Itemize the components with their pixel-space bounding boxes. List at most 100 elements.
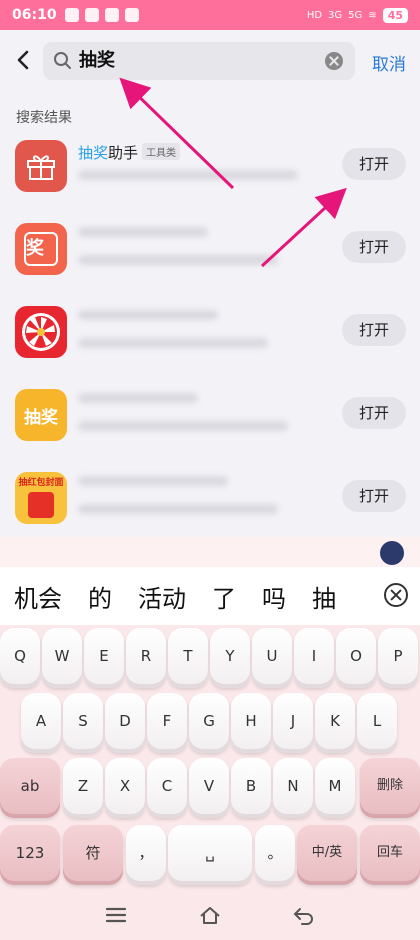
blurred-description	[78, 170, 298, 180]
key-h[interactable]: H	[231, 693, 271, 753]
key-r[interactable]: R	[126, 628, 166, 688]
blurred-title	[78, 227, 208, 237]
app-name: 抽奖助手 工具类	[78, 142, 181, 163]
blurred-title	[78, 393, 198, 403]
hongbao-envelope	[28, 492, 54, 518]
keyboard-toolbar	[0, 537, 420, 567]
keyboard: 机会 的 活动 了 吗 抽 Q W E R T Y U I O P A S D …	[0, 537, 420, 940]
candidate[interactable]: 的	[88, 579, 112, 614]
list-item[interactable]: 奖 打开	[0, 223, 420, 305]
enter-key[interactable]: 回车	[360, 825, 420, 885]
list-item[interactable]: 抽奖 打开	[0, 389, 420, 471]
home-icon[interactable]	[198, 904, 222, 926]
key-l[interactable]: L	[357, 693, 397, 753]
network-label: 3G	[328, 9, 343, 21]
wifi-icon: ≋	[368, 9, 377, 21]
app-name-highlight: 抽奖	[78, 144, 109, 162]
cancel-button[interactable]: 取消	[372, 50, 406, 75]
candidate-bar: 机会 的 活动 了 吗 抽	[0, 567, 420, 625]
key-f[interactable]: F	[147, 693, 187, 753]
open-button[interactable]: 打开	[342, 148, 406, 180]
blurred-description	[78, 338, 268, 348]
network-label: HD	[306, 9, 323, 21]
menu-icon[interactable]	[104, 904, 128, 926]
notification-icon	[64, 8, 79, 22]
key-x[interactable]: X	[105, 758, 145, 818]
key-d[interactable]: D	[105, 693, 145, 753]
blurred-description	[78, 421, 288, 431]
open-button[interactable]: 打开	[342, 231, 406, 263]
hongbao-icon: 抽红包封面	[15, 472, 67, 524]
key-w[interactable]: W	[42, 628, 82, 688]
gift-icon	[15, 140, 67, 192]
key-a[interactable]: A	[21, 693, 61, 753]
key-u[interactable]: U	[252, 628, 292, 688]
close-candidates-icon[interactable]	[384, 583, 408, 607]
candidate[interactable]: 活动	[138, 579, 186, 614]
key-b[interactable]: B	[231, 758, 271, 818]
search-input[interactable]: 抽奖	[79, 42, 115, 80]
key-z[interactable]: Z	[63, 758, 103, 818]
key-j[interactable]: J	[273, 693, 313, 753]
candidate[interactable]: 吗	[262, 579, 286, 614]
back-icon[interactable]	[12, 48, 36, 72]
key-y[interactable]: Y	[210, 628, 250, 688]
blurred-description	[78, 255, 278, 265]
status-time: 06:10	[12, 7, 57, 23]
hongbao-icon-text: 抽红包封面	[18, 478, 64, 488]
app-name-rest: 助手	[108, 144, 139, 162]
open-button[interactable]: 打开	[342, 314, 406, 346]
key-m[interactable]: M	[315, 758, 355, 818]
battery-icon: 45	[382, 7, 408, 23]
jiang-icon: 奖	[15, 223, 67, 275]
back-nav-icon[interactable]	[292, 904, 316, 926]
candidate[interactable]: 了	[212, 579, 236, 614]
candidate[interactable]: 抽	[312, 579, 336, 614]
key-q[interactable]: Q	[0, 628, 40, 688]
candidate[interactable]: 机会	[14, 579, 62, 614]
key-123[interactable]: 123	[0, 825, 60, 885]
category-tag: 工具类	[142, 143, 181, 160]
mascot-icon[interactable]	[380, 541, 404, 565]
section-title: 搜索结果	[16, 110, 72, 126]
list-item[interactable]: 打开	[0, 306, 420, 388]
clear-icon[interactable]	[325, 52, 343, 70]
key-e[interactable]: E	[84, 628, 124, 688]
key-period[interactable]: 。	[255, 825, 295, 885]
notification-icon	[124, 8, 139, 22]
jiang-icon-text: 奖	[24, 232, 58, 266]
key-symbols[interactable]: 符	[63, 825, 123, 885]
key-o[interactable]: O	[336, 628, 376, 688]
blurred-description	[78, 504, 278, 514]
lang-switch-key[interactable]: 中/英	[297, 825, 357, 885]
key-g[interactable]: G	[189, 693, 229, 753]
key-t[interactable]: T	[168, 628, 208, 688]
key-n[interactable]: N	[273, 758, 313, 818]
blurred-title	[78, 310, 218, 320]
open-button[interactable]: 打开	[342, 397, 406, 429]
list-item[interactable]: 抽奖助手 工具类 打开	[0, 140, 420, 222]
key-comma[interactable]: ，	[126, 825, 166, 885]
blurred-title	[78, 476, 228, 486]
search-box[interactable]: 抽奖	[43, 42, 355, 80]
notification-icon	[84, 8, 99, 22]
key-i[interactable]: I	[294, 628, 334, 688]
delete-key[interactable]: 删除	[360, 758, 420, 818]
key-p[interactable]: P	[378, 628, 418, 688]
status-right: HD 3G 5G ≋ 45	[306, 7, 408, 23]
key-s[interactable]: S	[63, 693, 103, 753]
choujiang-icon-text: 抽奖	[24, 407, 58, 428]
wheel-icon	[15, 306, 67, 358]
choujiang-icon: 抽奖	[15, 389, 67, 441]
notification-icon	[104, 8, 119, 22]
open-button[interactable]: 打开	[342, 480, 406, 512]
search-icon	[54, 52, 71, 69]
status-bar: 06:10 HD 3G 5G ≋ 45	[0, 0, 420, 30]
key-ab[interactable]: ab	[0, 758, 60, 818]
notification-icons	[64, 8, 139, 22]
system-nav-bar	[0, 890, 420, 940]
key-c[interactable]: C	[147, 758, 187, 818]
key-v[interactable]: V	[189, 758, 229, 818]
space-key[interactable]: ␣	[168, 825, 252, 885]
key-k[interactable]: K	[315, 693, 355, 753]
